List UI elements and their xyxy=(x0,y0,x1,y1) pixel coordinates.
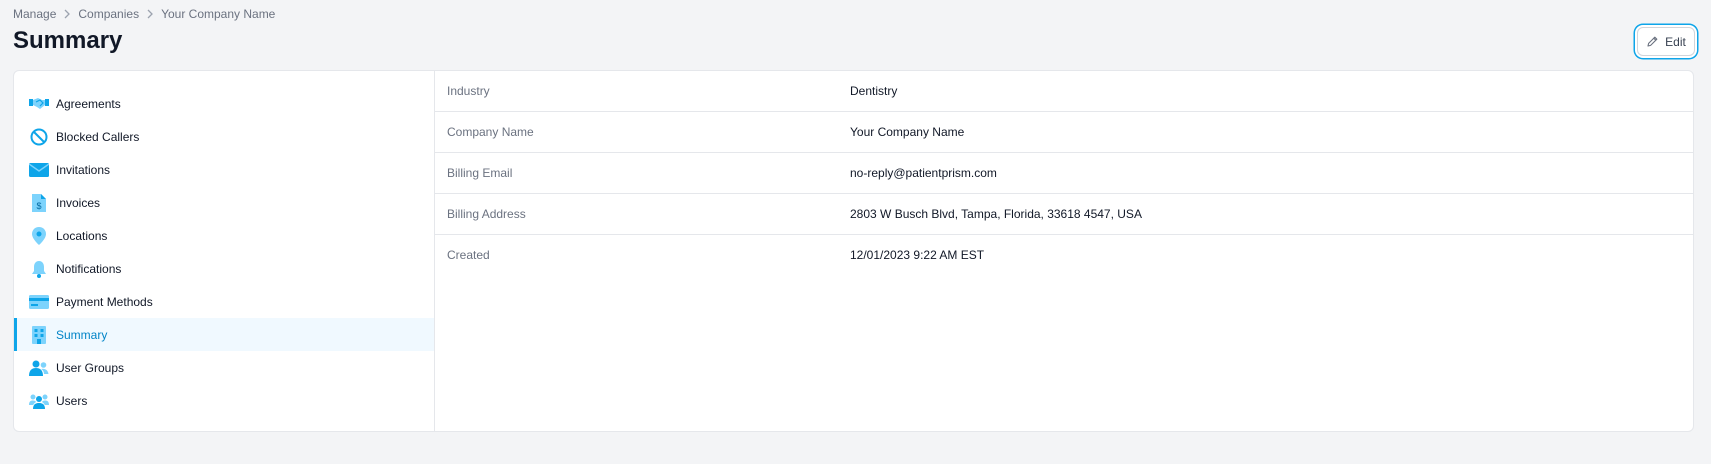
sidebar-item-label: Blocked Callers xyxy=(56,129,140,144)
detail-row-industry: Industry Dentistry xyxy=(435,71,1693,112)
users-icon xyxy=(29,391,49,411)
sidebar-item-label: Locations xyxy=(56,228,108,243)
detail-label: Billing Address xyxy=(447,207,526,221)
map-pin-icon xyxy=(29,226,49,246)
sidebar-item-invitations[interactable]: Invitations xyxy=(14,153,434,186)
detail-row-billing-email: Billing Email no-reply@patientprism.com xyxy=(435,153,1693,194)
detail-label: Created xyxy=(447,248,490,262)
pencil-icon xyxy=(1646,35,1659,48)
envelope-icon xyxy=(29,160,49,180)
bell-icon xyxy=(29,259,49,279)
user-group-icon xyxy=(29,358,49,378)
detail-row-company-name: Company Name Your Company Name xyxy=(435,112,1693,153)
detail-value: Your Company Name xyxy=(850,125,965,139)
detail-value: Dentistry xyxy=(850,84,898,98)
breadcrumb-manage[interactable]: Manage xyxy=(13,7,56,21)
sidebar-item-summary[interactable]: Summary xyxy=(14,318,434,351)
summary-card: Agreements Blocked Callers Invitations $… xyxy=(13,70,1694,432)
page-title: Summary xyxy=(13,27,123,54)
sidebar-item-invoices[interactable]: $ Invoices xyxy=(14,186,434,219)
sidebar-item-blocked-callers[interactable]: Blocked Callers xyxy=(14,120,434,153)
sidebar-item-label: Invoices xyxy=(56,195,101,210)
breadcrumb-companies[interactable]: Companies xyxy=(78,7,139,21)
detail-label: Company Name xyxy=(447,125,534,139)
sidebar-item-locations[interactable]: Locations xyxy=(14,219,434,252)
credit-card-icon xyxy=(29,292,49,312)
detail-value: 2803 W Busch Blvd, Tampa, Florida, 33618… xyxy=(850,207,1142,221)
invoice-icon: $ xyxy=(29,193,49,213)
breadcrumb-company[interactable]: Your Company Name xyxy=(161,7,275,21)
handshake-icon xyxy=(29,94,49,114)
sidebar-item-label: Users xyxy=(56,393,88,408)
sidebar-item-agreements[interactable]: Agreements xyxy=(14,87,434,120)
detail-row-created: Created 12/01/2023 9:22 AM EST xyxy=(435,235,1693,275)
detail-value: 12/01/2023 9:22 AM EST xyxy=(850,248,985,262)
edit-button[interactable]: Edit xyxy=(1637,27,1695,56)
chevron-right-icon xyxy=(146,9,154,19)
sidebar-item-label: Invitations xyxy=(56,162,111,177)
sidebar-item-payment-methods[interactable]: Payment Methods xyxy=(14,285,434,318)
sidebar-item-users[interactable]: Users xyxy=(14,384,434,417)
blocked-icon xyxy=(29,127,49,147)
sidebar-item-label: Agreements xyxy=(56,96,121,111)
sidebar-item-label: Notifications xyxy=(56,261,122,276)
svg-text:$: $ xyxy=(36,201,41,211)
building-icon xyxy=(29,325,49,345)
sidebar: Agreements Blocked Callers Invitations $… xyxy=(14,71,435,431)
detail-row-billing-address: Billing Address 2803 W Busch Blvd, Tampa… xyxy=(435,194,1693,235)
sidebar-item-user-groups[interactable]: User Groups xyxy=(14,351,434,384)
sidebar-item-label: User Groups xyxy=(56,360,125,375)
edit-button-label: Edit xyxy=(1665,34,1686,49)
sidebar-item-label: Payment Methods xyxy=(56,294,153,309)
sidebar-item-label: Summary xyxy=(56,327,108,342)
details-panel: Industry Dentistry Company Name Your Com… xyxy=(435,71,1693,431)
detail-label: Billing Email xyxy=(447,166,513,180)
detail-label: Industry xyxy=(447,84,490,98)
detail-value: no-reply@patientprism.com xyxy=(850,166,997,180)
chevron-right-icon xyxy=(63,9,71,19)
breadcrumb: Manage Companies Your Company Name xyxy=(13,7,275,21)
sidebar-item-notifications[interactable]: Notifications xyxy=(14,252,434,285)
